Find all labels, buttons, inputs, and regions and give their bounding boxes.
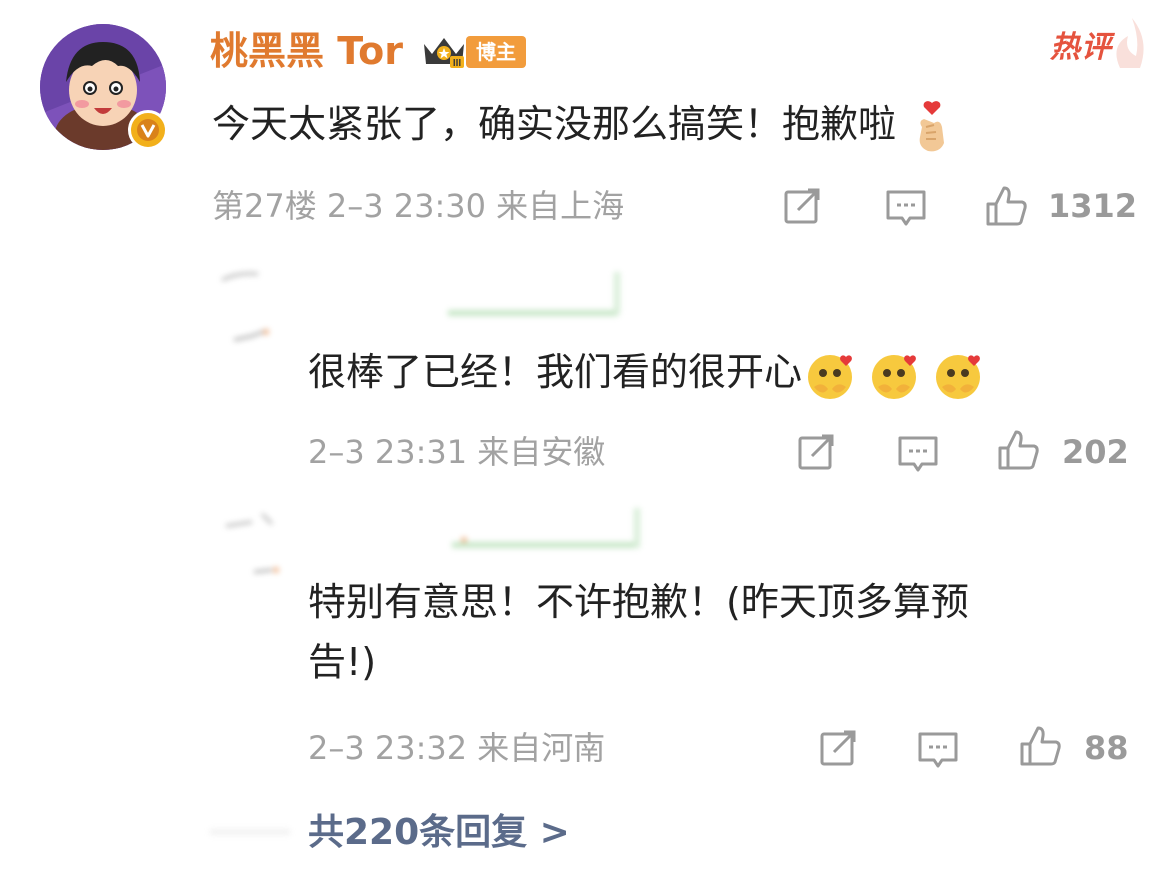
reply-author-redacted bbox=[222, 506, 642, 552]
like-count: 1312 bbox=[1048, 187, 1138, 225]
shy-heart-emoji bbox=[802, 347, 858, 403]
like-count: 202 bbox=[1062, 433, 1129, 471]
reply-body: 很棒了已经！我们看的很开心 bbox=[308, 350, 803, 394]
reply-meta: 2–3 23:31 来自安徽 bbox=[308, 433, 606, 471]
reply-avatar-redacted bbox=[232, 326, 272, 346]
like-icon[interactable] bbox=[984, 184, 1028, 228]
role-badge: 博主 bbox=[466, 36, 526, 68]
reply-text: 特别有意思！不许抱歉！(昨天顶多算预 告!) bbox=[308, 572, 1128, 692]
verified-v-icon bbox=[128, 110, 168, 150]
reply-meta: 2–3 23:32 来自河南 bbox=[308, 729, 606, 767]
flame-decoration-icon bbox=[1110, 10, 1144, 70]
share-icon[interactable] bbox=[794, 430, 838, 474]
comment-icon[interactable] bbox=[884, 186, 928, 230]
crown-icon: III bbox=[420, 30, 468, 70]
main-comment-body: 今天太紧张了，确实没那么搞笑！抱歉啦 bbox=[212, 102, 897, 146]
share-icon[interactable] bbox=[816, 726, 860, 770]
like-count: 88 bbox=[1084, 729, 1129, 767]
crown-level: III bbox=[453, 58, 462, 69]
comment-icon[interactable] bbox=[916, 728, 960, 772]
reply-text: 很棒了已经！我们看的很开心 bbox=[308, 342, 986, 403]
main-comment-meta: 第27楼 2–3 23:30 来自上海 bbox=[212, 187, 625, 225]
share-icon[interactable] bbox=[780, 184, 824, 228]
more-replies-link[interactable]: 共220条回复 > bbox=[308, 808, 570, 858]
reply-avatar-redacted bbox=[252, 562, 282, 578]
reply-body-line2: 告!) bbox=[308, 640, 377, 684]
finger-heart-emoji bbox=[904, 99, 960, 155]
reply-body-line1: 特别有意思！不许抱歉！(昨天顶多算预 bbox=[308, 580, 969, 624]
like-icon[interactable] bbox=[1018, 724, 1062, 768]
comment-icon[interactable] bbox=[896, 432, 940, 476]
like-icon[interactable] bbox=[996, 428, 1040, 472]
shy-heart-emoji bbox=[866, 347, 922, 403]
redacted-mark bbox=[210, 824, 290, 838]
author-name[interactable]: 桃黑黑 Tor bbox=[210, 28, 403, 74]
reply-author-redacted bbox=[218, 270, 623, 318]
main-comment-text: 今天太紧张了，确实没那么搞笑！抱歉啦 bbox=[212, 96, 960, 155]
shy-heart-emoji bbox=[930, 347, 986, 403]
hot-comment-label: 热评 bbox=[1050, 30, 1112, 65]
